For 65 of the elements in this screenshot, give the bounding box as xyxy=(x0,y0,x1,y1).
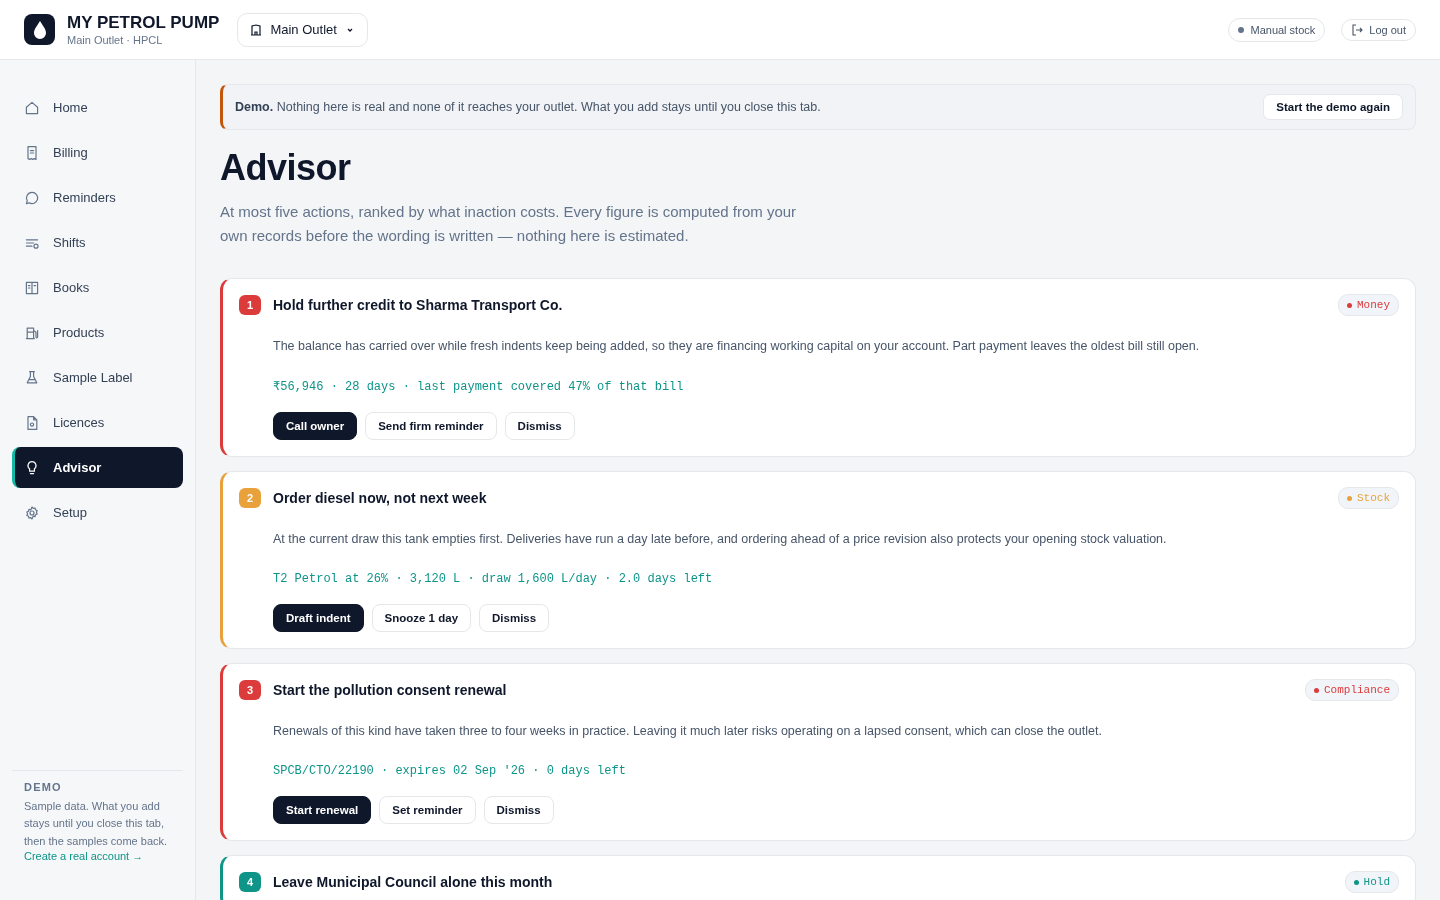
chat-bubble-icon xyxy=(24,189,40,206)
action-button[interactable]: Dismiss xyxy=(504,412,575,440)
category-tag: Hold xyxy=(1344,871,1399,893)
home-icon xyxy=(24,99,40,116)
status-dot-icon xyxy=(1238,26,1245,33)
nav-item[interactable]: Products xyxy=(12,312,183,353)
receipt-icon xyxy=(24,144,40,161)
document-icon xyxy=(24,414,40,431)
category-tag: Stock xyxy=(1338,487,1399,509)
nav-item[interactable]: Shifts xyxy=(12,222,183,263)
rank-badge: 3 xyxy=(239,680,261,700)
action-button[interactable]: Start renewal xyxy=(273,796,372,824)
action-button[interactable]: Draft indent xyxy=(273,604,364,632)
demo-description: Sample data. What you add stays until you close this tab, then the samples come back. xyxy=(24,798,169,849)
action-figures: ₹56,946 · 28 days · last payment covered 47% of that bill xyxy=(273,379,685,394)
brand-name: MY PETROL PUMP xyxy=(67,13,220,33)
rank-badge: 2 xyxy=(239,488,261,508)
action-description: At the current draw this tank empties first. Deliveries have run a day late before, and ordering ahead of a price revision also protects your opening stock valuation. xyxy=(273,532,1168,546)
book-icon xyxy=(24,279,40,296)
action-button[interactable]: Snooze 1 day xyxy=(371,604,472,632)
tag-dot-icon xyxy=(1347,302,1352,308)
tag-dot-icon xyxy=(1314,687,1319,693)
action-title: Hold further credit to Sharma Transport Co. xyxy=(273,297,564,313)
tag-dot-icon xyxy=(1353,879,1359,885)
outlet-selector[interactable]: Main Outlet xyxy=(237,12,368,47)
action-description: The balance has carried over while fresh indents keep being added, so they are financing working capital on your account. Part payment leaves the oldest bill still open. xyxy=(273,339,1201,353)
nav-item[interactable]: Sample Label xyxy=(12,357,183,398)
nav-item[interactable]: Advisor xyxy=(12,447,183,488)
settings-icon xyxy=(24,504,40,521)
action-title: Start the pollution consent renewal xyxy=(273,682,508,698)
action-button[interactable]: Send firm reminder xyxy=(365,412,497,440)
category-tag: Compliance xyxy=(1305,679,1399,701)
action-description: Renewals of this kind have taken three to four weeks in practice. Leaving it much later risks operating on a lapsed consent, which can close the outlet. xyxy=(273,724,1103,738)
rank-badge: 1 xyxy=(239,295,261,315)
create-account-link[interactable]: Create a real account → xyxy=(24,850,171,862)
category-tag: Money xyxy=(1338,294,1399,316)
logout-icon xyxy=(1351,23,1364,36)
page-intro: At most five actions, ranked by what inaction costs. Every figure is computed from your own records before the wording is written — nothing here is estimated. xyxy=(220,202,798,246)
action-title: Order diesel now, not next week xyxy=(273,490,488,506)
action-button[interactable]: Set reminder xyxy=(379,796,476,824)
page-title: Advisor xyxy=(220,148,352,188)
stock-mode-label: Manual stock xyxy=(1250,23,1316,36)
nav-item[interactable]: Setup xyxy=(12,492,183,533)
building-icon xyxy=(250,23,263,36)
action-button[interactable]: Call owner xyxy=(273,412,358,440)
action-button[interactable]: Dismiss xyxy=(483,796,554,824)
demo-heading: DEMO xyxy=(24,780,63,793)
lightbulb-icon xyxy=(24,459,40,476)
nav-item[interactable]: Licences xyxy=(12,402,183,443)
logout-button[interactable]: Log out xyxy=(1341,18,1416,41)
nav-item[interactable]: Billing xyxy=(12,132,183,173)
nav-item[interactable]: Books xyxy=(12,267,183,308)
nav-item[interactable]: Reminders xyxy=(12,177,183,218)
flask-icon xyxy=(24,369,40,386)
app-logo xyxy=(24,14,55,45)
action-figures: T2 Petrol at 26% · 3,120 L · draw 1,600 L/day · 2.0 days left xyxy=(273,572,714,586)
brand-subtitle: Main Outlet · HPCL xyxy=(67,34,164,46)
tag-dot-icon xyxy=(1347,495,1352,501)
action-title: Leave Municipal Council alone this month xyxy=(273,874,554,890)
action-button[interactable]: Dismiss xyxy=(479,604,550,632)
demo-notice: Demo. Nothing here is real and none of it reaches your outlet. What you add stays until you close this tab. xyxy=(235,100,822,114)
restart-demo-button[interactable]: Start the demo again xyxy=(1263,94,1403,120)
nav-item[interactable]: Home xyxy=(12,87,183,128)
rank-badge: 4 xyxy=(239,872,261,892)
action-figures: SPCB/CTO/22190 · expires 02 Sep '26 · 0 days left xyxy=(273,764,627,778)
